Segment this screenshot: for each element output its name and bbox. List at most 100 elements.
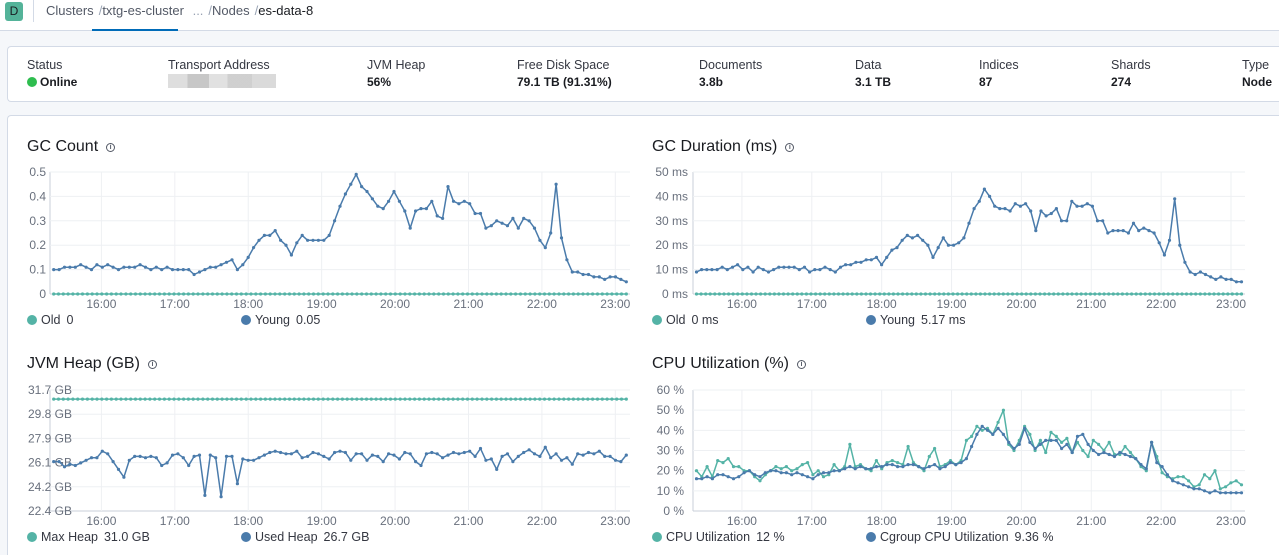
data-point xyxy=(1084,292,1088,296)
data-point xyxy=(1111,292,1115,296)
data-point xyxy=(811,473,815,477)
x-tick-label: 17:00 xyxy=(160,514,190,528)
breadcrumb-ellipsis[interactable]: ... xyxy=(193,3,204,18)
legend-item-cgroup-cpu[interactable]: Cgroup CPU Utilization 9.36 % xyxy=(866,530,1053,544)
data-point xyxy=(1162,292,1166,296)
data-point xyxy=(485,292,489,296)
data-point xyxy=(1116,292,1120,296)
data-point xyxy=(1235,292,1239,296)
data-point xyxy=(1152,292,1157,296)
stat-label: Indices xyxy=(979,58,1019,72)
breadcrumb-clusters[interactable]: Clusters xyxy=(46,3,94,18)
data-point xyxy=(1197,483,1201,487)
data-point xyxy=(821,475,826,479)
info-icon[interactable]: i xyxy=(796,360,806,369)
data-point xyxy=(562,292,566,296)
data-point xyxy=(489,224,493,228)
info-icon[interactable]: i xyxy=(106,143,116,152)
data-point xyxy=(133,454,137,458)
info-icon[interactable]: i xyxy=(785,143,795,152)
data-point xyxy=(138,263,142,267)
data-point xyxy=(557,292,561,296)
gc-count-chart[interactable]: 0 0.1 0.2 0.3 0.4 0.5 16:00 17:00 18:00 19:00 20:0… xyxy=(0,160,640,311)
data-point xyxy=(1239,292,1244,296)
data-point xyxy=(885,255,889,259)
data-point xyxy=(300,456,304,460)
data-point xyxy=(1219,275,1223,279)
data-point xyxy=(210,292,215,296)
data-point xyxy=(1234,491,1238,495)
data-point xyxy=(726,457,730,461)
data-point xyxy=(273,449,277,453)
app-badge[interactable]: D xyxy=(5,2,23,21)
data-point xyxy=(268,397,272,401)
data-point xyxy=(170,453,175,457)
breadcrumb: Clusters/txtg-es-cluster .../Nodes/es-da… xyxy=(46,3,313,18)
data-point xyxy=(153,397,157,401)
data-point xyxy=(451,292,455,296)
breadcrumb-cluster[interactable]: txtg-es-cluster xyxy=(102,3,184,18)
data-point xyxy=(1081,448,1085,453)
data-point xyxy=(505,224,510,228)
data-point xyxy=(933,292,937,296)
data-point xyxy=(597,449,601,453)
y-tick-label: 50 % xyxy=(657,403,685,417)
data-point xyxy=(1091,438,1095,442)
data-point xyxy=(613,275,618,279)
breadcrumb-nodes[interactable]: Nodes xyxy=(212,3,250,18)
stat-value: 79.1 TB (91.31%) xyxy=(517,75,612,89)
data-point xyxy=(533,292,537,296)
data-point xyxy=(509,292,513,296)
legend-item-old[interactable]: Old 0 xyxy=(27,313,73,327)
data-point xyxy=(1152,231,1156,235)
info-icon[interactable]: i xyxy=(147,360,157,369)
data-point xyxy=(1061,292,1065,296)
data-point xyxy=(387,199,391,203)
jvm-heap-chart[interactable]: 22.4 GB24.2 GB26.1 GB27.9 GB29.8 GB31.7 … xyxy=(0,378,640,528)
data-point xyxy=(1184,292,1189,296)
x-tick-label: 23:00 xyxy=(600,297,630,311)
data-point xyxy=(848,442,852,446)
x-tick-label: 19:00 xyxy=(307,297,337,311)
data-point xyxy=(838,265,843,269)
legend-item-cpu[interactable]: CPU Utilization 12 % xyxy=(652,530,785,544)
data-point xyxy=(1112,454,1117,459)
cpu-utilization-chart[interactable]: 0 % 10 % 20 % 30 % 40 % 50 % 60 % 16:00 17:00 18:… xyxy=(640,378,1279,528)
data-point xyxy=(191,397,195,401)
data-point xyxy=(880,263,884,267)
data-point xyxy=(187,268,191,272)
data-point xyxy=(725,268,729,272)
data-point xyxy=(543,445,547,449)
data-point xyxy=(746,265,750,269)
data-point xyxy=(1024,202,1028,206)
data-point xyxy=(996,426,1000,430)
x-tick-label: 23:00 xyxy=(600,514,630,528)
data-point xyxy=(1218,487,1222,491)
legend-value: 0 xyxy=(66,313,74,327)
gc-duration-chart[interactable]: 0 ms 10 ms 20 ms 30 ms 40 ms 50 ms 16:00 17:00 1… xyxy=(640,160,1279,311)
y-tick-label: 0.5 xyxy=(29,165,46,179)
legend-item-max-heap[interactable]: Max Heap 31.0 GB xyxy=(27,530,150,544)
y-tick-label: 0 % xyxy=(663,504,684,518)
data-point xyxy=(61,292,65,296)
data-point xyxy=(1044,450,1048,455)
data-point xyxy=(737,475,741,479)
data-point xyxy=(457,452,461,456)
data-point xyxy=(311,450,315,455)
data-point xyxy=(106,263,110,267)
data-point xyxy=(369,397,373,401)
data-point xyxy=(1090,204,1094,208)
legend-item-used-heap[interactable]: Used Heap 26.7 GB xyxy=(241,530,369,544)
data-point xyxy=(316,292,320,296)
legend-item-old[interactable]: Old 0 ms xyxy=(652,313,719,327)
legend-item-young[interactable]: Young 0.05 xyxy=(241,313,320,327)
data-point xyxy=(167,397,171,401)
data-point xyxy=(1097,452,1101,457)
data-point xyxy=(864,467,868,471)
data-point xyxy=(143,265,148,269)
legend-item-young[interactable]: Young 5.17 ms xyxy=(866,313,965,327)
data-point xyxy=(244,292,248,296)
data-point xyxy=(1212,292,1216,296)
x-tick-label: 21:00 xyxy=(453,297,483,311)
chart-title-text: JVM Heap (GB) xyxy=(27,355,140,372)
